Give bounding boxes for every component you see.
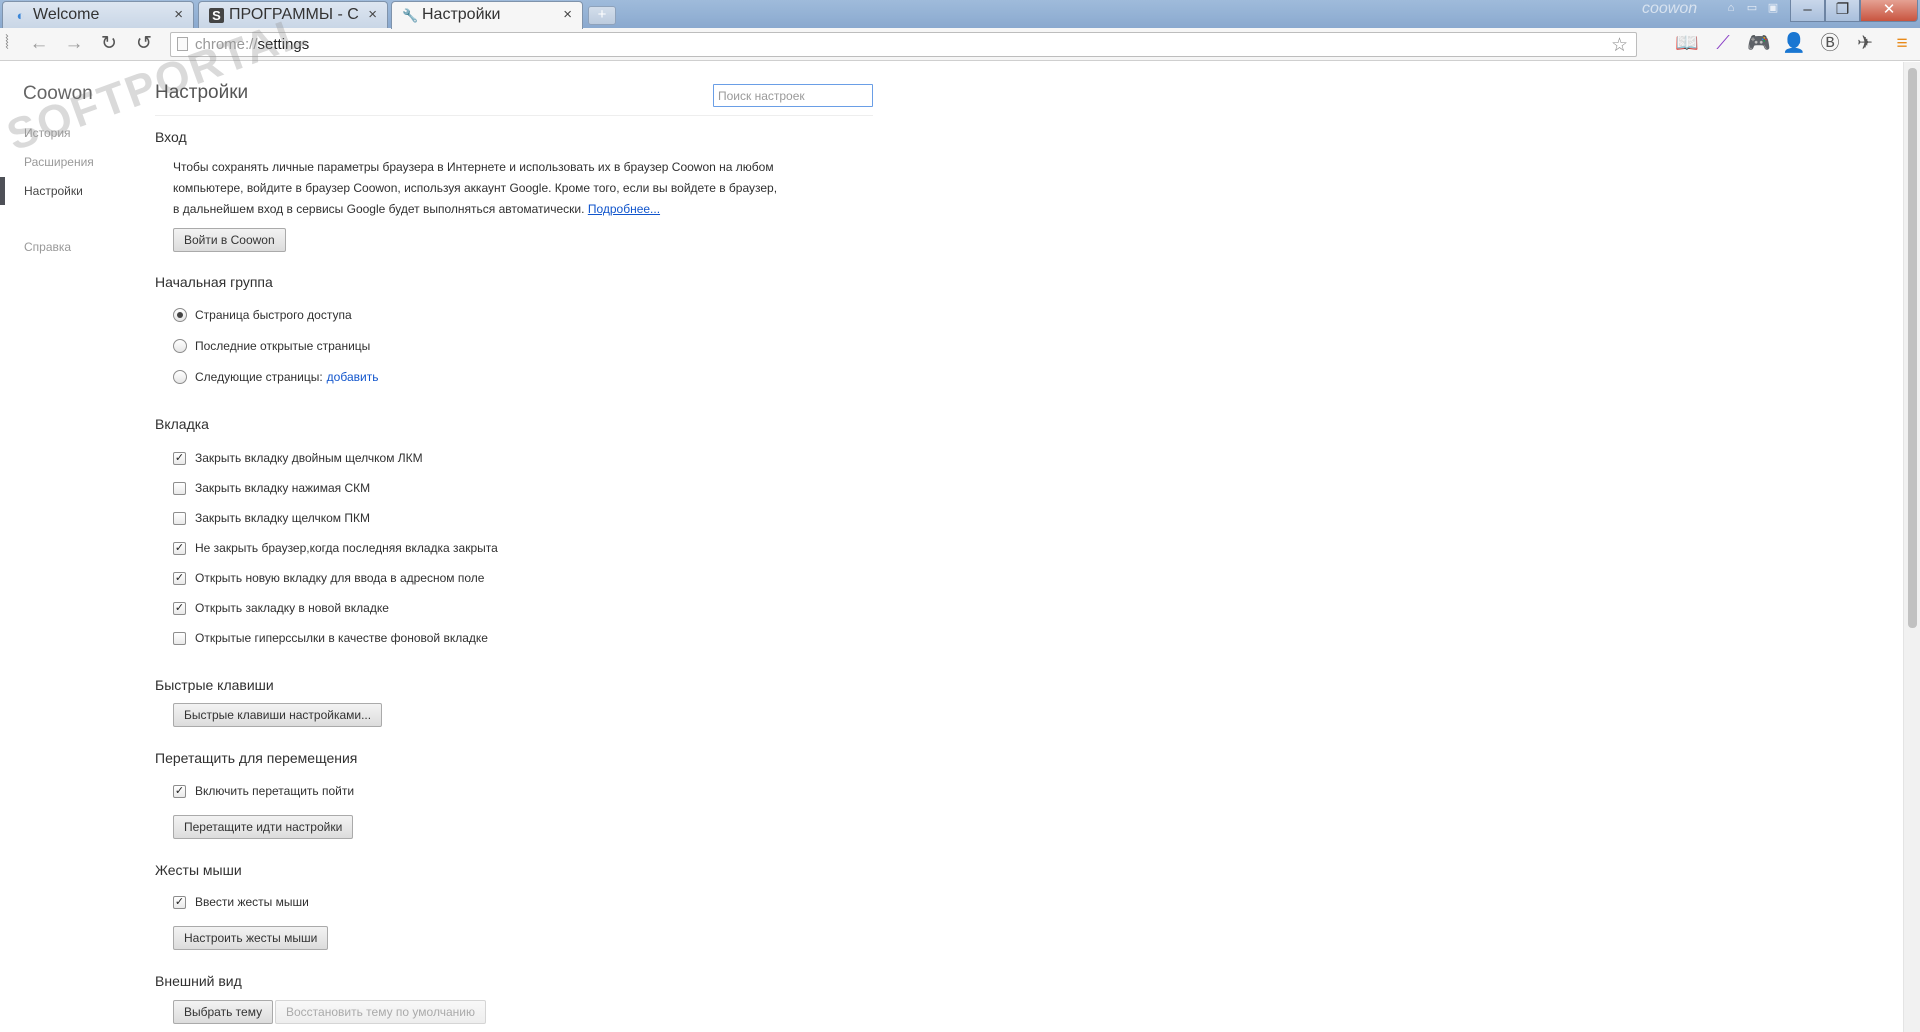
selected-item-marker: [0, 177, 5, 205]
checkbox[interactable]: ✓: [173, 542, 186, 555]
sidebar-item-settings[interactable]: Настройки: [24, 184, 83, 198]
hotkeys-settings-button[interactable]: Быстрые клавиши настройками...: [173, 703, 383, 727]
learn-more-link[interactable]: Подробнее...: [588, 202, 660, 216]
checkbox[interactable]: ✓: [173, 572, 186, 585]
scrollbar-thumb[interactable]: [1908, 68, 1917, 628]
pen-icon[interactable]: ⟋: [1711, 32, 1735, 56]
title-divider: [155, 115, 873, 116]
address-url[interactable]: chrome://settings: [195, 36, 309, 53]
section-title-drag: Перетащить для перемещения: [155, 750, 358, 766]
page-icon: [177, 37, 188, 51]
compact-mode-icon[interactable]: ▭: [1745, 2, 1759, 14]
sidebar-toggle-icon[interactable]: ⦚: [0, 32, 14, 56]
checkbox[interactable]: ✓: [173, 896, 186, 909]
close-tab-icon[interactable]: ×: [174, 2, 183, 27]
signin-button[interactable]: Войти в Coowon: [173, 228, 286, 252]
vertical-scrollbar[interactable]: [1903, 62, 1920, 1032]
menu-icon[interactable]: ≡: [1890, 32, 1914, 56]
checkbox[interactable]: ✓: [173, 785, 186, 798]
checkbox[interactable]: [173, 482, 186, 495]
section-title-signin: Вход: [155, 129, 187, 145]
sidebar-item-extensions[interactable]: Расширения: [24, 155, 94, 169]
undo-close-icon[interactable]: ↺: [132, 32, 156, 56]
tab-settings[interactable]: 🔧 Настройки ×: [391, 1, 583, 29]
sidebar-item-history[interactable]: История: [24, 126, 71, 140]
forward-arrow-icon[interactable]: →: [62, 32, 86, 56]
tab-welcome[interactable]: ◐ Welcome ×: [2, 1, 194, 28]
radio-button[interactable]: [173, 370, 187, 384]
radio-button[interactable]: [173, 339, 187, 353]
close-window-button[interactable]: ✕: [1860, 0, 1918, 22]
tab-title: Настройки: [422, 6, 501, 23]
tab-title: Welcome: [33, 6, 100, 23]
reset-theme-button: Восстановить тему по умолчанию: [275, 1000, 486, 1024]
radio-button[interactable]: [173, 308, 187, 322]
tab-softportal[interactable]: S ПРОГРАММЫ - Скачать ×: [198, 1, 388, 28]
wrench-icon: 🔧: [402, 8, 419, 23]
maximize-button[interactable]: ❐: [1825, 0, 1860, 22]
checkbox[interactable]: [173, 632, 186, 645]
choose-theme-button[interactable]: Выбрать тему: [173, 1000, 274, 1024]
sidebar-brand: Coowon: [23, 83, 93, 104]
add-pages-link[interactable]: добавить: [327, 370, 379, 384]
tab-strip: ◐ Welcome × S ПРОГРАММЫ - Скачать × 🔧 На…: [0, 0, 1920, 29]
section-title-tabs: Вкладка: [155, 416, 209, 432]
close-tab-icon[interactable]: ×: [368, 2, 377, 27]
bookmark-star-icon[interactable]: ☆: [1611, 34, 1628, 57]
signin-description: Чтобы сохранять личные параметры браузер…: [173, 160, 778, 216]
softportal-s-icon: S: [209, 8, 224, 23]
checkbox[interactable]: [173, 512, 186, 525]
sidebar-item-help[interactable]: Справка: [24, 240, 71, 254]
section-title-hotkeys: Быстрые клавиши: [155, 677, 274, 693]
search-settings-input[interactable]: [713, 84, 873, 107]
coowon-brand-logo: coowon: [1642, 0, 1698, 17]
window-list-icon[interactable]: ▣: [1766, 2, 1780, 14]
reload-icon[interactable]: ↻: [97, 32, 121, 56]
minimize-button[interactable]: –: [1790, 0, 1825, 22]
b-extension-icon[interactable]: Ⓑ: [1818, 32, 1842, 56]
address-bar[interactable]: chrome://settings ☆: [170, 32, 1637, 57]
adblock-icon[interactable]: ✈: [1853, 32, 1877, 56]
section-title-appearance: Внешний вид: [155, 973, 242, 989]
checkbox[interactable]: ✓: [173, 602, 186, 615]
section-title-startup: Начальная группа: [155, 274, 273, 290]
gestures-settings-button[interactable]: Настроить жесты мыши: [173, 926, 329, 950]
toolbar: ⦚ ← → ↻ ↺ chrome://settings ☆ 📖 ⟋ 🎮 👤 Ⓑ …: [0, 28, 1920, 61]
section-title-gestures: Жесты мыши: [155, 862, 242, 878]
new-tab-button[interactable]: +: [588, 6, 616, 25]
coowon-logo-icon: ◐: [16, 8, 25, 23]
tab-title: ПРОГРАММЫ - Скачать: [229, 6, 359, 23]
skin-icon[interactable]: ⌂: [1724, 2, 1738, 14]
gamepad-icon[interactable]: 🎮: [1747, 32, 1771, 56]
checkbox[interactable]: ✓: [173, 452, 186, 465]
reading-mode-icon[interactable]: 📖: [1675, 32, 1699, 56]
page-title: Настройки: [155, 82, 249, 103]
drag-settings-button[interactable]: Перетащите идти настройки: [173, 815, 354, 839]
user-add-icon[interactable]: 👤: [1782, 32, 1806, 56]
back-arrow-icon[interactable]: ←: [27, 32, 51, 56]
close-tab-icon[interactable]: ×: [563, 2, 572, 27]
